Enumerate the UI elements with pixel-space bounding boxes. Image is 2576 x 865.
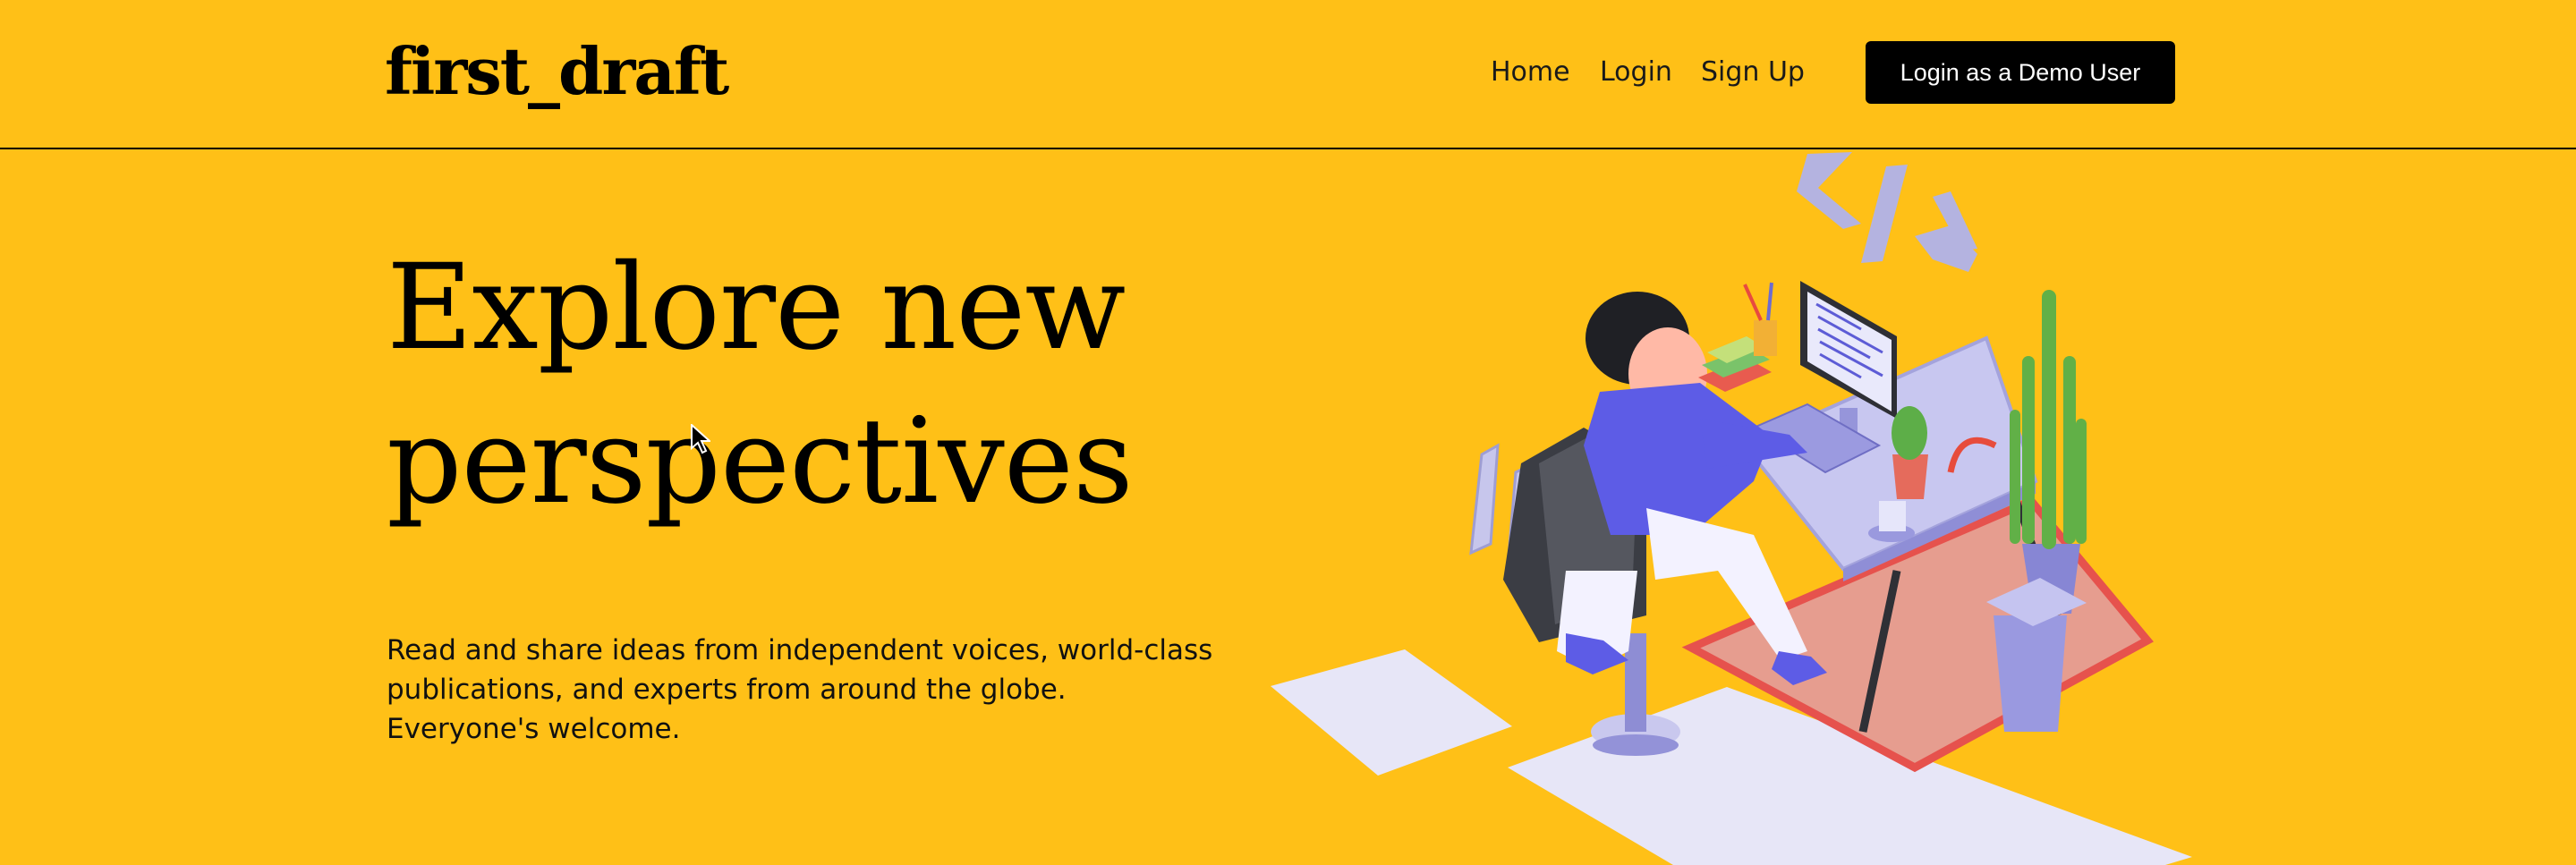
developer-at-desk-illustration xyxy=(1271,152,2192,865)
hero-title-line-1: Explore new xyxy=(387,239,1126,377)
nav-signup-link[interactable]: Sign Up xyxy=(1701,50,1805,95)
top-nav-bar: first_draft Home Login Sign Up Login as … xyxy=(0,0,2576,149)
hero-title: Explore new perspectives xyxy=(387,231,1192,539)
site-logo[interactable]: first_draft xyxy=(385,27,729,116)
hero-title-line-2: perspectives xyxy=(387,393,1134,530)
mouse-cursor-icon xyxy=(691,424,710,454)
hero-description: Read and share ideas from independent vo… xyxy=(387,634,1213,745)
demo-login-button[interactable]: Login as a Demo User xyxy=(1866,41,2175,104)
floor-tile-small xyxy=(1271,649,1512,776)
nav-home-link[interactable]: Home xyxy=(1491,50,1570,95)
nav-login-link[interactable]: Login xyxy=(1600,50,1672,95)
code-symbol-icon xyxy=(1797,152,1977,272)
